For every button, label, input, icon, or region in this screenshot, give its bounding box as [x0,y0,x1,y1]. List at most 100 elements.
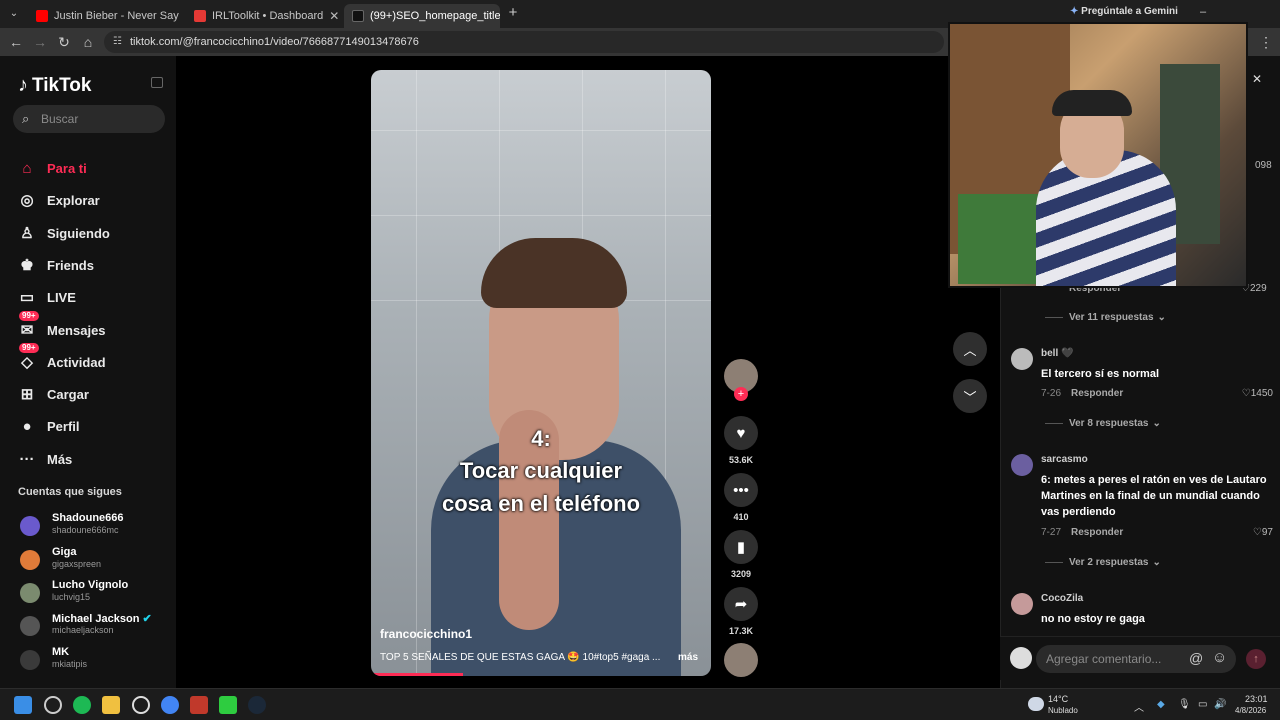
forward-button[interactable]: → [32,34,48,50]
followed-account-item[interactable]: MK mkiatipis [18,646,168,676]
tab-search-icon[interactable]: ⌄ [6,6,22,22]
share-icon: ➦ [724,587,758,621]
like-count: 229 [1249,283,1267,294]
author-avatar-button[interactable]: + [724,359,758,401]
reply-link[interactable]: Responder [1071,527,1123,538]
followed-account-item[interactable]: Shadoune666 shadoune666mc [18,512,168,542]
reload-button[interactable]: ↻ [56,34,72,50]
sidebar-item-para-ti[interactable]: ⌂ Para ti [18,156,86,180]
new-tab-button[interactable]: + [505,5,521,21]
video-author[interactable]: francocicchino1 [380,627,472,641]
tab-title: IRLToolkit • Dashboard [212,10,324,22]
steam-icon[interactable] [248,696,266,714]
gemini-button[interactable]: ✦ Pregúntale a Gemini [1070,6,1178,17]
tab-tiktok[interactable]: (99+)SEO_homepage_title 🔊 ✕ [344,4,500,28]
heart-outline-icon: ♡ [1252,527,1262,538]
weather-temp: 14°C [1048,694,1069,704]
view-replies-button[interactable]: Ver 8 respuestas ⌄ [1045,418,1161,429]
file-explorer-icon[interactable] [102,696,120,714]
sidebar-item-explorar[interactable]: ◎ Explorar [18,188,99,212]
sidebar-item-live[interactable]: ▭ LIVE [18,285,76,309]
tiktok-logo[interactable]: ♪ TikTok [18,74,91,97]
close-tab-icon[interactable]: ✕ [323,9,339,23]
sound-avatar-button[interactable] [724,643,758,677]
more-description-link[interactable]: más [678,652,698,663]
green-rug [958,194,1048,284]
spotify-icon[interactable] [73,696,91,714]
emoji-icon[interactable]: ☺ [1212,649,1227,666]
messages-icon: ✉ [20,322,34,339]
sidebar-item-actividad[interactable]: ◇ 99+ Actividad [18,343,106,374]
followed-account-item[interactable]: Michael Jackson ✔ michaeljackson [18,612,168,642]
view-replies-button[interactable]: Ver 2 respuestas ⌄ [1045,557,1161,568]
site-info-icon[interactable]: ☷ [113,31,122,53]
back-button[interactable]: ← [8,34,24,50]
comment-count: 410 [733,512,749,522]
microphone-icon[interactable]: 🎙 [1178,699,1191,710]
sidebar-item-siguiendo[interactable]: ♙ Siguiendo [18,221,110,245]
account-avatar [20,583,40,603]
browser-menu-icon[interactable]: ⋮ [1258,34,1274,50]
tab-irltoolkit[interactable]: IRLToolkit • Dashboard ✕ [186,4,340,28]
save-count: 3209 [730,569,752,579]
share-button[interactable]: ➦ 17.3K [724,587,758,636]
comment-item: sarcasmo 6: metes a peres el ratón en ve… [1011,454,1273,554]
home-button[interactable]: ⌂ [80,34,96,50]
comment-likes[interactable]: ♡1450 [1242,388,1273,399]
followed-account-item[interactable]: Giga gigaxspreen [18,546,168,576]
save-button[interactable]: ▮ 3209 [724,530,758,579]
followed-account-item[interactable]: Lucho Vignolo luchvig15 [18,579,168,609]
sidebar-item-mensajes[interactable]: ✉ 99+ Mensajes [18,311,106,342]
tab-youtube[interactable]: Justin Bieber - Never Say Never ✕ [28,4,182,28]
comment-text: no no estoy re gaga [1041,613,1145,625]
comment-button[interactable]: ••• 410 [724,473,758,522]
comment-avatar[interactable] [1011,348,1033,370]
view-replies-button[interactable]: Ver 11 respuestas ⌄ [1045,312,1166,323]
collapse-sidebar-icon[interactable] [151,77,163,88]
mention-icon[interactable]: @ [1189,650,1203,666]
next-video-button[interactable]: ﹀ [953,379,987,413]
video-player[interactable]: 4: Tocar cualquier cosa en el teléfono f… [371,70,711,676]
comment-avatar[interactable] [1011,593,1033,615]
app-icon[interactable] [190,696,208,714]
previous-video-button[interactable]: ︿ [953,332,987,366]
weather-cloud-icon[interactable] [1028,697,1044,711]
reply-link[interactable]: Responder [1071,388,1123,399]
url-field[interactable]: ☷ tiktok.com/@francocicchino1/video/7666… [104,31,944,53]
search-icon: ⌕ [22,111,30,126]
comment-date: 7-27 [1041,527,1062,538]
volume-icon[interactable]: 🔊 [1214,699,1226,710]
kick-icon[interactable] [219,696,237,714]
sidebar-item-perfil[interactable]: ● Perfil [18,414,79,438]
like-button[interactable]: ♥ 53.6K [724,416,758,465]
account-handle: luchvig15 [52,592,91,602]
weather-desc: Nublado [1048,706,1078,715]
tray-app-icon[interactable]: ◆ [1157,699,1165,710]
windows-start-icon[interactable] [14,696,32,714]
divider [1045,562,1063,563]
video-progress-bar[interactable] [371,673,463,676]
comment-user[interactable]: sarcasmo [1041,454,1088,465]
comment-input[interactable]: Agregar comentario... [1036,645,1236,673]
minimize-button[interactable]: – [1200,6,1206,18]
chrome-icon[interactable] [161,696,179,714]
network-icon[interactable]: ▭ [1198,699,1207,710]
view-replies-label: Ver 8 respuestas [1069,418,1149,429]
follow-plus-icon[interactable]: + [734,387,748,401]
comment-likes[interactable]: ♡97 [1253,527,1273,538]
sidebar-item-label: Actividad [47,354,106,370]
sidebar-item-más[interactable]: ··· Más [18,447,73,471]
tray-chevron-icon[interactable]: ︿ [1134,699,1144,714]
obs-icon[interactable] [44,696,62,714]
close-overlay-icon[interactable]: ✕ [1252,72,1262,86]
divider [1045,423,1063,424]
4k-app-icon[interactable] [132,696,150,714]
comment-user[interactable]: bell 🖤 [1041,348,1073,359]
sidebar-item-friends[interactable]: ♚ Friends [18,253,94,277]
comment-user[interactable]: CocoZila [1041,593,1083,604]
send-button[interactable]: ↑ [1246,649,1266,669]
comment-avatar[interactable] [1011,454,1033,476]
comment-date: 7-26 [1041,388,1062,399]
search-input[interactable]: ⌕ Buscar [13,105,165,133]
sidebar-item-cargar[interactable]: ⊞ Cargar [18,382,89,406]
